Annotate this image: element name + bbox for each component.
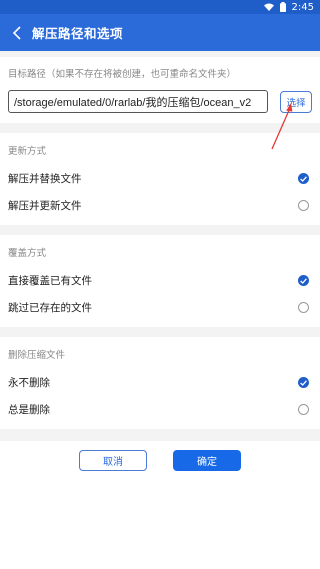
radio-unselected-icon[interactable] xyxy=(298,302,309,313)
option-label: 永不删除 xyxy=(8,377,50,389)
option-label: 直接覆盖已有文件 xyxy=(8,275,92,287)
radio-selected-icon[interactable] xyxy=(298,275,309,286)
radio-selected-icon[interactable] xyxy=(298,173,309,184)
radio-unselected-icon[interactable] xyxy=(298,200,309,211)
option-label: 跳过已存在的文件 xyxy=(8,302,92,314)
option-label: 解压并更新文件 xyxy=(8,200,82,212)
overwrite-mode-label: 覆盖方式 xyxy=(8,248,47,259)
target-path-section: 目标路径（如果不存在将被创建，也可重命名文件夹） /storage/emulat… xyxy=(0,57,320,123)
divider xyxy=(0,327,320,337)
page-title: 解压路径和选项 xyxy=(32,26,124,41)
status-bar: 2:45 xyxy=(0,0,320,14)
cancel-button[interactable]: 取消 xyxy=(79,450,147,471)
overwrite-mode-section: 覆盖方式 直接覆盖已有文件 跳过已存在的文件 xyxy=(0,235,320,327)
choose-path-button[interactable]: 选择 xyxy=(280,90,312,113)
status-time: 2:45 xyxy=(291,1,314,13)
option-skip-existing[interactable]: 跳过已存在的文件 xyxy=(8,294,312,321)
action-buttons: 取消 确定 xyxy=(0,441,320,471)
option-replace-files[interactable]: 解压并替换文件 xyxy=(8,165,312,192)
update-mode-section: 更新方式 解压并替换文件 解压并更新文件 xyxy=(0,133,320,225)
target-path-label: 目标路径（如果不存在将被创建，也可重命名文件夹） xyxy=(8,69,237,80)
option-label: 解压并替换文件 xyxy=(8,173,82,185)
radio-unselected-icon[interactable] xyxy=(298,404,309,415)
chevron-left-icon[interactable] xyxy=(8,24,26,42)
divider xyxy=(0,225,320,235)
app-bar: 解压路径和选项 xyxy=(0,14,320,51)
option-always-delete[interactable]: 总是删除 xyxy=(8,396,312,423)
ok-button[interactable]: 确定 xyxy=(173,450,241,471)
divider xyxy=(0,123,320,133)
radio-selected-icon[interactable] xyxy=(298,377,309,388)
divider xyxy=(0,429,320,441)
delete-archive-label: 删除压缩文件 xyxy=(8,350,66,361)
option-overwrite-existing[interactable]: 直接覆盖已有文件 xyxy=(8,267,312,294)
option-never-delete[interactable]: 永不删除 xyxy=(8,369,312,396)
delete-archive-section: 删除压缩文件 永不删除 总是删除 xyxy=(0,337,320,429)
option-update-files[interactable]: 解压并更新文件 xyxy=(8,192,312,219)
target-path-input[interactable]: /storage/emulated/0/rarlab/我的压缩包/ocean_v… xyxy=(8,90,269,113)
battery-icon xyxy=(279,2,286,12)
option-label: 总是删除 xyxy=(8,404,50,416)
update-mode-label: 更新方式 xyxy=(8,146,47,157)
wifi-icon xyxy=(263,3,274,11)
